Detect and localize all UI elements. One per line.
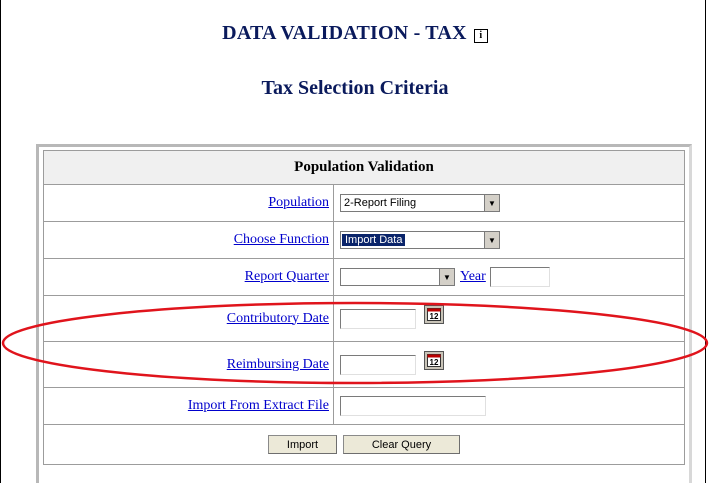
- reimbursing-date-row: Reimbursing Date 12: [43, 342, 685, 388]
- import-file-row: Import From Extract File: [43, 388, 685, 425]
- import-file-input[interactable]: [340, 396, 486, 416]
- reimbursing-date-input[interactable]: [340, 354, 416, 375]
- year-input[interactable]: [489, 267, 550, 287]
- button-row: Import Clear Query: [43, 425, 685, 465]
- calendar-icon[interactable]: 12: [424, 305, 444, 324]
- import-file-link[interactable]: Import From Extract File: [188, 398, 329, 414]
- population-validation-panel: Population Validation Population 2-Repor…: [36, 144, 692, 483]
- report-quarter-select[interactable]: ▼: [340, 268, 455, 286]
- contributory-date-link[interactable]: Contributory Date: [227, 311, 329, 327]
- page-title-text: DATA VALIDATION - TAX: [222, 22, 467, 44]
- contributory-date-row: Contributory Date 12: [43, 296, 685, 342]
- population-row: Population 2-Report Filing ▼: [43, 185, 685, 222]
- svg-text:12: 12: [430, 358, 439, 367]
- population-link[interactable]: Population: [268, 195, 329, 211]
- year-link[interactable]: Year: [460, 269, 486, 285]
- report-quarter-link[interactable]: Report Quarter: [245, 269, 329, 285]
- report-quarter-row: Report Quarter ▼ Year: [43, 259, 685, 296]
- contributory-date-input[interactable]: [340, 308, 416, 329]
- choose-function-select[interactable]: Import Data ▼: [340, 231, 500, 249]
- svg-text:12: 12: [430, 312, 439, 321]
- window-border-right: [705, 0, 706, 483]
- calendar-icon-graphic: 12: [427, 308, 441, 321]
- panel-header: Population Validation: [43, 150, 685, 185]
- reimbursing-date-link[interactable]: Reimbursing Date: [227, 357, 329, 373]
- dropdown-arrow-icon[interactable]: ▼: [439, 269, 454, 285]
- dropdown-arrow-icon[interactable]: ▼: [484, 195, 499, 211]
- choose-function-row: Choose Function Import Data ▼: [43, 222, 685, 259]
- dropdown-arrow-icon[interactable]: ▼: [484, 232, 499, 248]
- window-border-left: [0, 0, 1, 483]
- page-title: DATA VALIDATION - TAX i: [0, 22, 710, 45]
- choose-function-link[interactable]: Choose Function: [234, 232, 329, 248]
- info-icon[interactable]: i: [473, 29, 488, 43]
- population-select[interactable]: 2-Report Filing ▼: [340, 194, 500, 212]
- clear-query-button[interactable]: Clear Query: [343, 435, 460, 454]
- calendar-icon[interactable]: 12: [424, 351, 444, 370]
- import-button[interactable]: Import: [268, 435, 337, 454]
- page-subtitle: Tax Selection Criteria: [261, 77, 449, 99]
- calendar-icon-graphic: 12: [427, 354, 441, 367]
